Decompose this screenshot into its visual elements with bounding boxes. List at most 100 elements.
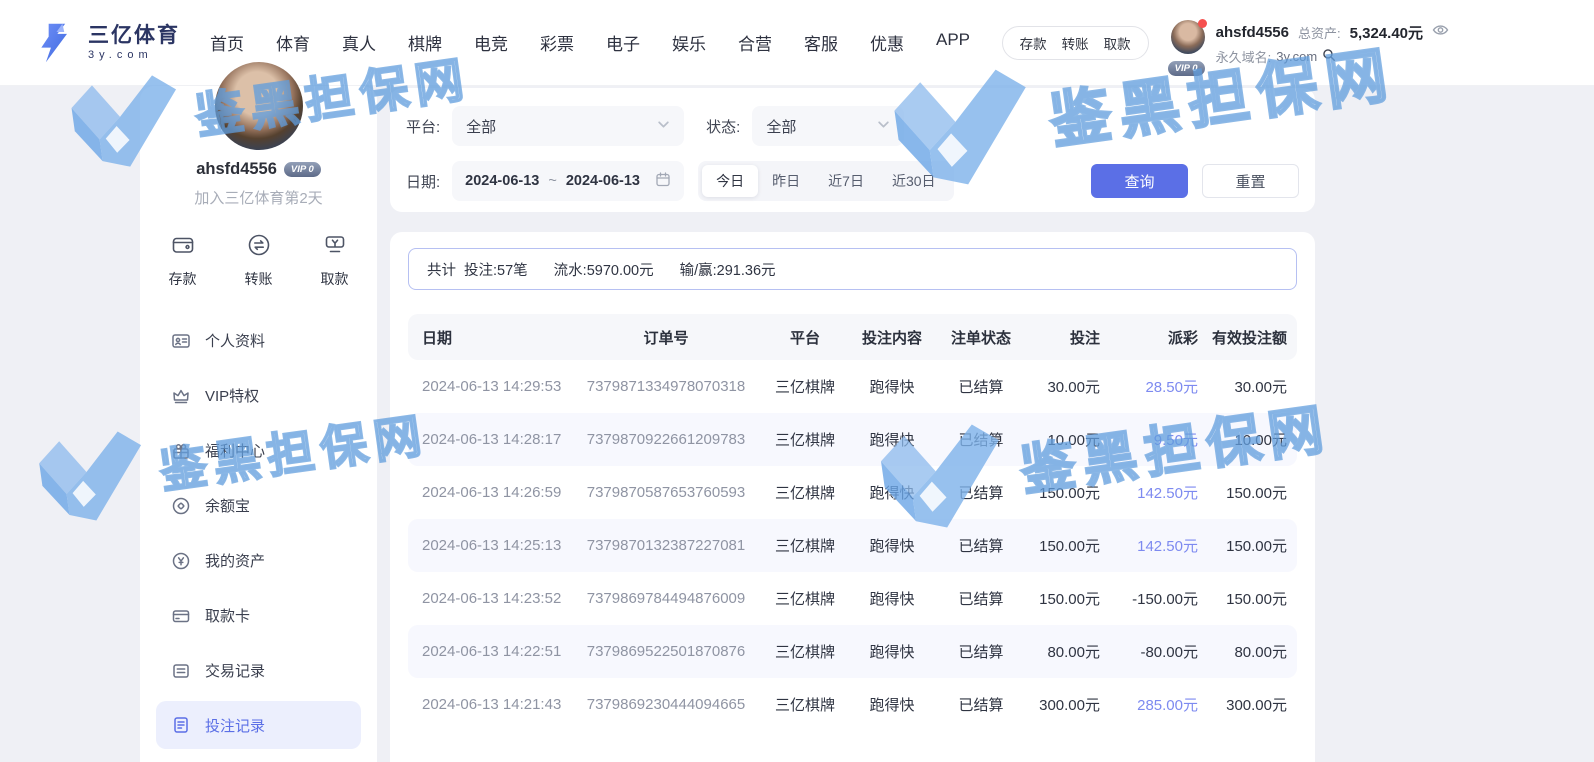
sidebar-item-profile[interactable]: 个人资料 — [156, 313, 361, 368]
platform-select[interactable]: 全部 — [452, 106, 684, 146]
sidebar-item-label: 余额宝 — [205, 495, 250, 516]
sidebar-item-withdraw-card[interactable]: 取款卡 — [156, 588, 361, 643]
cell-content: 跑得快 — [848, 376, 936, 397]
cell-content: 跑得快 — [848, 588, 936, 609]
nav-app[interactable]: APP — [936, 30, 970, 55]
date-range-input[interactable]: 2024-06-13 ~ 2024-06-13 — [452, 161, 684, 201]
cell-status: 已结算 — [936, 376, 1026, 397]
table-row: 2024-06-13 14:21:43 7379869230444094665 … — [408, 678, 1297, 731]
cell-platform: 三亿棋牌 — [762, 694, 848, 715]
nav-partner[interactable]: 合营 — [738, 30, 772, 55]
sidebar-item-label: 福利中心 — [205, 440, 265, 461]
cell-platform: 三亿棋牌 — [762, 376, 848, 397]
cell-platform: 三亿棋牌 — [762, 588, 848, 609]
user-text-block: ahsfd4556 总资产: 5,324.40元 永久域名: 3y.com — [1216, 20, 1449, 66]
cell-order: 7379871334978070318 — [570, 378, 762, 395]
profile-username: ahsfd4556 — [196, 160, 277, 179]
cell-bet: 300.00元 — [1026, 694, 1104, 715]
nav-home[interactable]: 首页 — [210, 30, 244, 55]
sidebar-item-label: 取款卡 — [205, 605, 250, 626]
platform-select-value: 全部 — [466, 116, 496, 137]
status-select[interactable]: 全部 — [752, 106, 904, 146]
bet-records-panel: 共计 投注:57笔 流水:5970.00元 输/赢:291.36元 日期 订单号… — [390, 232, 1315, 762]
sidebar-item-assets[interactable]: 我的资产 — [156, 533, 361, 588]
nav-chess[interactable]: 棋牌 — [408, 30, 442, 55]
range-today[interactable]: 今日 — [702, 165, 758, 197]
user-line-domain: 永久域名: 3y.com — [1216, 47, 1449, 66]
sidebar-item-label: VIP特权 — [205, 385, 259, 406]
cell-order: 7379869784494876009 — [570, 590, 762, 607]
nav-sports[interactable]: 体育 — [276, 30, 310, 55]
col-content: 投注内容 — [848, 327, 936, 348]
cell-date: 2024-06-13 14:22:51 — [408, 643, 570, 660]
user-avatar-wrap: VIP 0 — [1171, 20, 1207, 66]
date-separator: ~ — [548, 173, 556, 189]
quick-withdraw-button[interactable]: 取款 — [321, 232, 349, 289]
profile-vip-badge: VIP 0 — [284, 162, 321, 177]
reset-button[interactable]: 重置 — [1202, 164, 1299, 198]
sidebar: ahsfd4556 VIP 0 加入三亿体育第2天 存款 转账 取 — [140, 86, 377, 762]
sidebar-item-yuebao[interactable]: 余额宝 — [156, 478, 361, 533]
range-7days[interactable]: 近7日 — [814, 165, 878, 197]
cell-order: 7379870587653760593 — [570, 484, 762, 501]
page: 三亿体育 3y.com 首页 体育 真人 棋牌 电竞 彩票 电子 娱乐 合营 客… — [0, 0, 1594, 762]
cell-bet: 80.00元 — [1026, 641, 1104, 662]
cell-valid: 80.00元 — [1202, 641, 1297, 662]
quick-withdraw-label: 取款 — [321, 269, 349, 289]
wallet-pill: 存款 转账 取款 — [1002, 26, 1149, 60]
sidebar-item-redeem-records[interactable]: 兑奖记录 — [156, 752, 361, 762]
col-valid: 有效投注额 — [1202, 327, 1297, 348]
sidebar-item-vip[interactable]: VIP特权 — [156, 368, 361, 423]
col-order: 订单号 — [570, 327, 762, 348]
transfer-icon — [246, 232, 272, 263]
sidebar-item-label: 我的资产 — [205, 550, 265, 571]
date-to: 2024-06-13 — [566, 173, 640, 189]
summary-winloss: 输/赢:291.36元 — [680, 259, 776, 280]
sidebar-item-welfare[interactable]: 福利中心 — [156, 423, 361, 478]
cell-bet: 150.00元 — [1026, 535, 1104, 556]
profile-avatar[interactable] — [215, 62, 303, 150]
range-yesterday[interactable]: 昨日 — [758, 165, 814, 197]
eye-icon[interactable] — [1432, 23, 1449, 41]
range-30days[interactable]: 近30日 — [878, 165, 950, 197]
cell-bet: 150.00元 — [1026, 588, 1104, 609]
nav-service[interactable]: 客服 — [804, 30, 838, 55]
quick-deposit-button[interactable]: 存款 — [169, 232, 197, 289]
nav-esports[interactable]: 电竞 — [474, 30, 508, 55]
cell-platform: 三亿棋牌 — [762, 429, 848, 450]
sidebar-item-label: 交易记录 — [205, 660, 265, 681]
quick-transfer-button[interactable]: 转账 — [245, 232, 273, 289]
sidebar-menu: 个人资料 VIP特权 福利中心 余额宝 我的资产 取款卡 — [140, 313, 377, 762]
bank-card-icon — [171, 606, 191, 626]
nav-slots[interactable]: 电子 — [606, 30, 640, 55]
sidebar-item-transactions[interactable]: 交易记录 — [156, 643, 361, 698]
bet-record-icon — [171, 715, 191, 735]
cell-bet: 150.00元 — [1026, 482, 1104, 503]
domain-label: 永久域名: — [1216, 47, 1272, 66]
cell-payout: 285.00元 — [1104, 694, 1202, 715]
brand-logo[interactable]: 三亿体育 3y.com — [34, 21, 180, 65]
deposit-wallet-icon — [170, 232, 196, 263]
nav-promo[interactable]: 优惠 — [870, 30, 904, 55]
user-info[interactable]: VIP 0 ahsfd4556 总资产: 5,324.40元 永久域名: 3y.… — [1171, 20, 1449, 66]
cell-date: 2024-06-13 14:26:59 — [408, 484, 570, 501]
pill-deposit-button[interactable]: 存款 — [1020, 33, 1047, 53]
domain-value: 3y.com — [1276, 49, 1317, 64]
summary-prefix: 共计 — [427, 259, 456, 280]
cell-valid: 150.00元 — [1202, 535, 1297, 556]
sidebar-item-bet-records[interactable]: 投注记录 — [156, 701, 361, 749]
nav-entertainment[interactable]: 娱乐 — [672, 30, 706, 55]
cell-platform: 三亿棋牌 — [762, 482, 848, 503]
query-button[interactable]: 查询 — [1091, 164, 1188, 198]
cell-status: 已结算 — [936, 535, 1026, 556]
nav-live[interactable]: 真人 — [342, 30, 376, 55]
pill-withdraw-button[interactable]: 取款 — [1104, 33, 1131, 53]
cell-content: 跑得快 — [848, 694, 936, 715]
search-icon[interactable] — [1322, 48, 1336, 65]
nav-lottery[interactable]: 彩票 — [540, 30, 574, 55]
watermark-check-icon — [28, 422, 154, 532]
summary-bets: 投注:57笔 — [464, 259, 528, 280]
pill-transfer-button[interactable]: 转账 — [1062, 33, 1089, 53]
quick-deposit-label: 存款 — [169, 269, 197, 289]
cell-content: 跑得快 — [848, 535, 936, 556]
